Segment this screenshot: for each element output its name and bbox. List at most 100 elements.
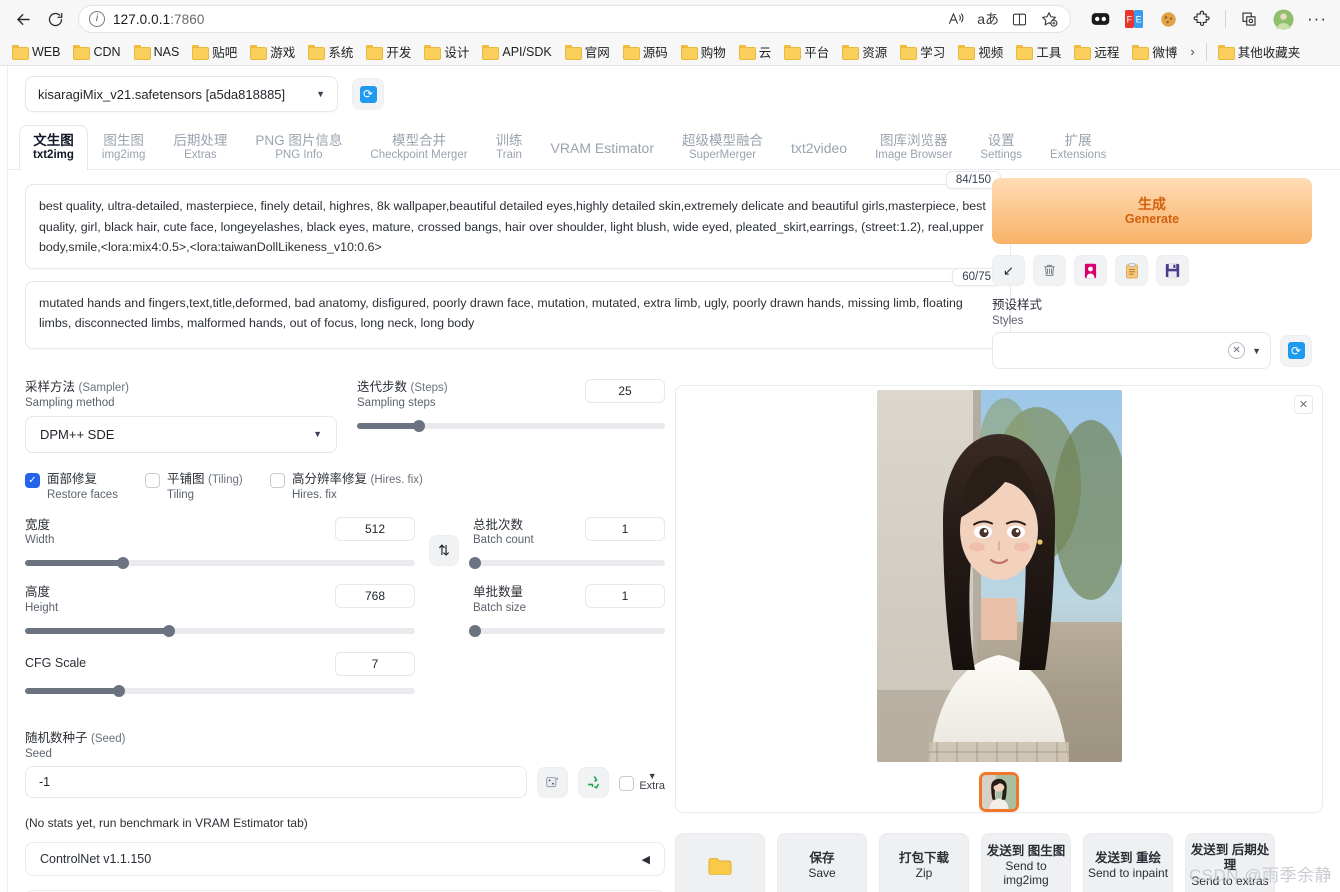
bookmark-label: 购物 [700,46,726,60]
swap-dimensions-icon[interactable]: ⇅ [429,534,459,566]
bookmark-item-10[interactable]: 源码 [617,39,674,64]
refresh-styles-button[interactable]: ⟳ [1280,334,1312,367]
dice-icon[interactable] [537,766,569,798]
bookmark-item-9[interactable]: 官网 [559,39,616,64]
batch-size-slider[interactable] [468,625,665,638]
tab-extensions[interactable]: 扩展 Extensions [1036,125,1120,170]
save-button[interactable]: 保存 Save [777,832,867,892]
split-screen-icon[interactable] [1011,11,1028,28]
refresh-checkpoints-button[interactable]: ⟳ [352,78,384,110]
tab-extras[interactable]: 后期处理 Extras [159,125,241,170]
seed-input[interactable]: -1 [25,766,528,799]
tab-txt2img[interactable]: 文生图 txt2img [19,125,88,171]
generate-button[interactable]: 生成 Generate [992,178,1312,245]
bookmark-item-13[interactable]: 平台 [778,39,835,64]
bookmark-item-3[interactable]: 贴吧 [186,39,243,64]
tab-vram-estimator[interactable]: VRAM Estimator [537,126,668,171]
controlnet-accordion[interactable]: ControlNet v1.1.150 ◀ [25,842,665,877]
bookmark-item-11[interactable]: 购物 [675,39,732,64]
checkbox-box[interactable] [145,472,160,488]
send-to-inpaint-button[interactable]: 发送到 重绘 Send to inpaint [1083,832,1173,892]
width-slider[interactable] [25,557,415,570]
tab-png-info[interactable]: PNG 图片信息 PNG Info [241,125,356,170]
send-to-extras-button[interactable]: 发送到 后期处理 Send to extras [1185,832,1275,892]
settings-more-icon[interactable]: ··· [1302,4,1332,34]
checkbox-box[interactable] [619,775,635,791]
add-favorite-icon[interactable] [1040,10,1058,28]
open-folder-button[interactable] [675,832,765,892]
height-value-input[interactable]: 768 [335,584,415,609]
puzzle-extension-icon[interactable] [1187,4,1217,34]
bookmarks-overflow-icon[interactable]: › [1184,42,1200,61]
zip-button[interactable]: 打包下载 Zip [879,832,969,892]
bookmark-item-8[interactable]: API/SDK [476,42,557,62]
fe-extension-icon[interactable]: FE [1119,4,1149,34]
tab-txt2video[interactable]: txt2video [777,126,861,171]
bookmark-item-0[interactable]: WEB [6,42,66,62]
save-style-icon[interactable] [1156,255,1189,287]
steps-value-input[interactable]: 25 [585,378,665,403]
tab-checkpoint-merger[interactable]: 模型合并 Checkpoint Merger [356,125,481,170]
tiling-checkbox[interactable]: 平铺图 (Tiling) Tiling [145,471,270,503]
styles-dropdown[interactable]: ✕ ▼ [992,332,1271,370]
cfg-value-input[interactable]: 7 [335,652,415,677]
show-extra-networks-icon[interactable] [1074,255,1107,287]
cookie-extension-icon[interactable] [1153,4,1183,34]
arrow-into-box-icon[interactable]: ↙ [992,255,1025,287]
bookmark-item-6[interactable]: 开发 [360,39,417,64]
collections-icon[interactable] [1085,4,1115,34]
bookmark-item-12[interactable]: 云 [733,39,778,64]
bookmark-item-5[interactable]: 系统 [302,39,359,64]
negative-prompt-input[interactable]: mutated hands and fingers,text,title,def… [25,280,1011,349]
bookmark-item-4[interactable]: 游戏 [244,39,301,64]
checkbox-box[interactable] [270,472,285,488]
other-favorites-button[interactable]: 其他收藏夹 [1212,39,1307,64]
bookmark-item-16[interactable]: 视频 [952,39,1009,64]
clear-x-icon[interactable]: ✕ [1228,342,1246,360]
recycle-icon[interactable] [578,766,610,798]
height-slider[interactable] [25,625,415,638]
back-arrow-icon[interactable] [8,4,38,34]
tab-supermerger[interactable]: 超级模型融合 SuperMerger [668,125,777,170]
batch-size-value-input[interactable]: 1 [585,584,665,609]
steps-slider[interactable] [357,419,665,432]
bookmark-item-1[interactable]: CDN [67,42,126,62]
hires-fix-checkbox[interactable]: 高分辨率修复 (Hires. fix) Hires. fix [270,471,423,503]
trash-icon[interactable] [1033,255,1066,287]
send-to-img2img-button[interactable]: 发送到 图生图 Send to img2img [981,832,1071,892]
address-bar[interactable]: i 127.0.0.1:7860 aあ [78,5,1071,33]
extra-seed-toggle[interactable]: ▼ Extra [619,771,665,793]
translate-icon[interactable]: aあ [977,9,999,29]
tab-settings[interactable]: 设置 Settings [966,125,1036,170]
bookmark-item-14[interactable]: 资源 [836,39,893,64]
positive-prompt-input[interactable]: best quality, ultra-detailed, masterpiec… [25,184,1011,269]
checkpoint-dropdown[interactable]: kisaragiMix_v21.safetensors [a5da818885]… [25,76,338,112]
batch-count-value-input[interactable]: 1 [585,516,665,541]
generated-image[interactable] [876,389,1122,762]
apply-style-icon[interactable] [1115,255,1148,287]
bookmark-item-17[interactable]: 工具 [1010,39,1067,64]
cfg-slider[interactable] [25,685,415,698]
reload-icon[interactable] [40,4,70,34]
gallery-thumbnail[interactable] [979,771,1019,812]
profile-avatar[interactable] [1268,4,1298,34]
tab-image-browser[interactable]: 图库浏览器 Image Browser [861,125,966,170]
sampling-method-dropdown[interactable]: DPM++ SDE ▼ [25,415,337,453]
bookmark-item-18[interactable]: 远程 [1068,39,1125,64]
close-icon[interactable]: ✕ [1294,394,1313,414]
bookmark-item-15[interactable]: 学习 [894,39,951,64]
tab-img2img[interactable]: 图生图 img2img [88,125,159,170]
batch-count-slider[interactable] [468,557,665,570]
bookmark-item-19[interactable]: 微博 [1126,39,1183,64]
bookmark-item-7[interactable]: 设计 [418,39,475,64]
chevron-down-icon[interactable]: ▼ [1252,346,1261,356]
page-scroll-edge[interactable] [0,66,8,892]
bookmark-item-2[interactable]: NAS [128,42,186,62]
restore-faces-checkbox[interactable]: ✓ 面部修复 Restore faces [25,471,145,503]
site-info-icon[interactable]: i [89,11,105,27]
checkbox-box[interactable]: ✓ [25,472,40,488]
width-value-input[interactable]: 512 [335,516,415,541]
screenshot-icon[interactable] [1234,4,1264,34]
tab-train[interactable]: 训练 Train [482,125,537,170]
read-aloud-icon[interactable] [947,11,965,27]
